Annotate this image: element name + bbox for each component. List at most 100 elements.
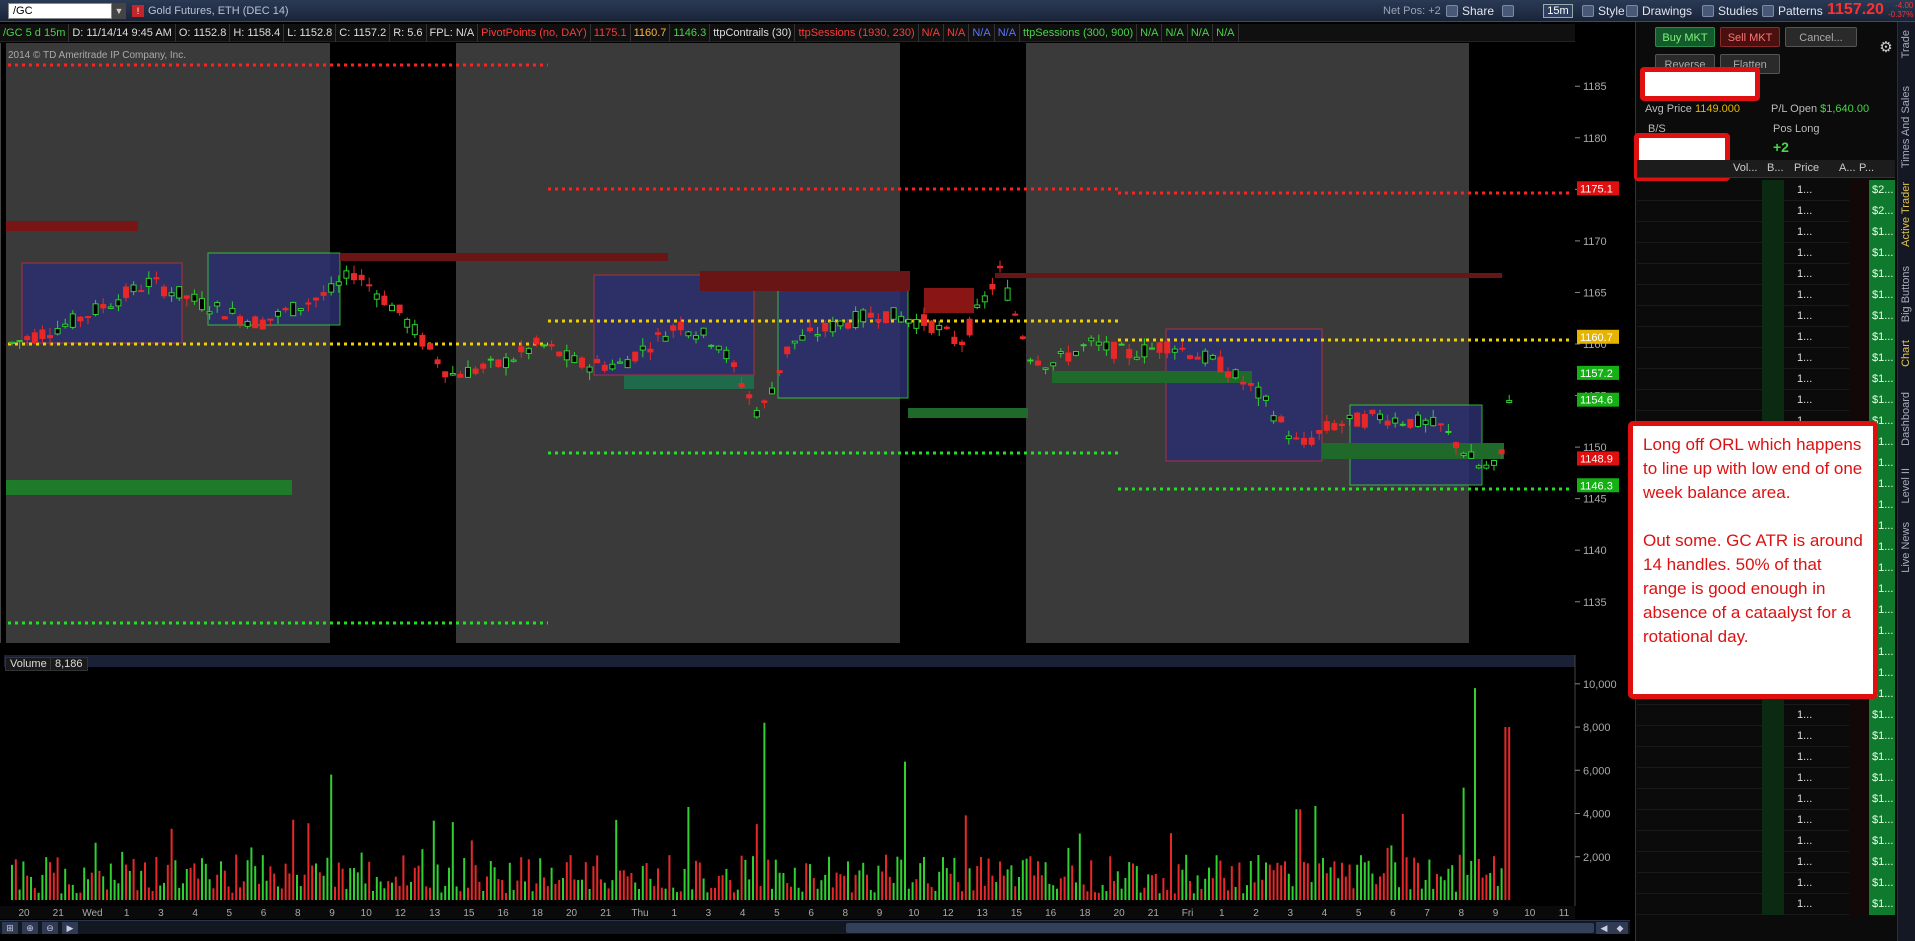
ladder-ask-cell[interactable] [1849, 705, 1869, 726]
ladder-ask-cell[interactable] [1849, 327, 1869, 348]
ladder-bid-cell[interactable] [1762, 327, 1784, 348]
ladder-bid-cell[interactable] [1762, 264, 1784, 285]
ladder-ask-cell[interactable] [1849, 348, 1869, 369]
ladder-bid-cell[interactable] [1762, 747, 1784, 768]
gear-icon[interactable]: ⚙ [1878, 40, 1894, 56]
right-tab-big-buttons[interactable]: Big Buttons [1900, 266, 1914, 322]
ladder-bid-cell[interactable] [1762, 810, 1784, 831]
ladder-bid-cell[interactable] [1762, 831, 1784, 852]
scroll-right-icon[interactable]: ▶ [62, 922, 78, 934]
ladder-ask-cell[interactable] [1849, 852, 1869, 873]
price-chart[interactable]: 1135114011451150115511601165117011751180… [0, 43, 1619, 646]
ladder-bid-cell[interactable] [1762, 726, 1784, 747]
zoom-out-icon[interactable]: ⊖ [42, 922, 58, 934]
ladder-row[interactable]: 1... $1... [1637, 285, 1895, 306]
timeframe-badge[interactable]: 15m [1543, 4, 1573, 18]
ladder-bid-cell[interactable] [1762, 285, 1784, 306]
ladder-bid-cell[interactable] [1762, 180, 1784, 201]
expand-icon[interactable]: ◆ [1612, 922, 1628, 934]
ladder-ask-cell[interactable] [1849, 747, 1869, 768]
ladder-ask-cell[interactable] [1849, 369, 1869, 390]
ladder-row[interactable]: 1... $1... [1637, 705, 1895, 726]
symbol-dropdown-icon[interactable]: ▼ [112, 3, 126, 19]
ladder-bid-cell[interactable] [1762, 852, 1784, 873]
ladder-ask-cell[interactable] [1849, 243, 1869, 264]
chart-symbol-label[interactable]: /GC 5 d 15m [0, 24, 70, 42]
ladder-row[interactable]: 1... $1... [1637, 327, 1895, 348]
ladder-row[interactable]: 1... $1... [1637, 873, 1895, 894]
ladder-ask-cell[interactable] [1849, 810, 1869, 831]
tools-button[interactable] [1500, 2, 1540, 20]
ladder-row[interactable]: 1... $2... [1637, 180, 1895, 201]
ladder-row[interactable]: 1... $1... [1637, 831, 1895, 852]
ladder-row[interactable]: 1... $1... [1637, 852, 1895, 873]
right-tab-active-trader[interactable]: Active Trader [1900, 182, 1914, 247]
volume-panel[interactable]: 10,000 8,000 6,000 4,000 2,000 Volume 8,186 [0, 655, 1617, 906]
ladder-row[interactable]: 1... $1... [1637, 222, 1895, 243]
ladder-row[interactable]: 1... $1... [1637, 747, 1895, 768]
ladder-row[interactable]: 1... $1... [1637, 264, 1895, 285]
right-tab-times-and-sales[interactable]: Times And Sales [1900, 86, 1914, 168]
ladder-row[interactable]: 1... $1... [1637, 306, 1895, 327]
right-tab-trade[interactable]: Trade [1900, 30, 1914, 58]
ladder-bid-cell[interactable] [1762, 306, 1784, 327]
cancel-orders-button[interactable]: Cancel... [1785, 27, 1857, 47]
right-tab-level-ii[interactable]: Level II [1900, 468, 1914, 503]
zoom-icon[interactable]: ⊞ [2, 922, 18, 934]
ladder-bid-cell[interactable] [1762, 348, 1784, 369]
ladder-row[interactable]: 1... $1... [1637, 789, 1895, 810]
ladder-ask-cell[interactable] [1849, 894, 1869, 915]
share-button[interactable]: Share [1444, 2, 1498, 20]
buy-market-button[interactable]: Buy MKT [1655, 27, 1715, 47]
ladder-row[interactable]: 1... $1... [1637, 348, 1895, 369]
patterns-button[interactable]: Patterns [1760, 2, 1827, 20]
ladder-row[interactable]: 1... $2... [1637, 201, 1895, 222]
right-tab-chart[interactable]: Chart [1900, 340, 1914, 367]
ladder-ask-cell[interactable] [1849, 831, 1869, 852]
ladder-bid-cell[interactable] [1762, 222, 1784, 243]
study-ttpsessions-2[interactable]: ttpSessions (300, 900) [1020, 24, 1138, 42]
ladder-ask-cell[interactable] [1849, 306, 1869, 327]
price-chart-canvas[interactable]: 1135114011451150115511601165117011751180… [0, 43, 1630, 646]
sell-market-button[interactable]: Sell MKT [1720, 27, 1780, 47]
ladder-row[interactable]: 1... $1... [1637, 894, 1895, 915]
ladder-ask-cell[interactable] [1849, 180, 1869, 201]
drawings-button[interactable]: Drawings [1624, 2, 1696, 20]
ladder-bid-cell[interactable] [1762, 873, 1784, 894]
ladder-row[interactable]: 1... $1... [1637, 810, 1895, 831]
ladder-row[interactable]: 1... $1... [1637, 243, 1895, 264]
ladder-row[interactable]: 1... $1... [1637, 726, 1895, 747]
ladder-bid-cell[interactable] [1762, 894, 1784, 915]
ladder-bid-cell[interactable] [1762, 243, 1784, 264]
studies-button[interactable]: Studies [1700, 2, 1762, 20]
ladder-bid-cell[interactable] [1762, 390, 1784, 411]
ladder-ask-cell[interactable] [1849, 873, 1869, 894]
right-tab-live-news[interactable]: Live News [1900, 522, 1914, 573]
chart-scrollbar[interactable]: ⊞ ⊕ ⊖ ▶ ◀ ◆ [0, 920, 1630, 934]
ladder-ask-cell[interactable] [1849, 789, 1869, 810]
symbol-input[interactable]: /GC [8, 3, 112, 19]
ladder-bid-cell[interactable] [1762, 369, 1784, 390]
scroll-thumb[interactable] [846, 923, 1594, 933]
study-pivotpoints[interactable]: PivotPoints (no, DAY) [478, 24, 591, 42]
volume-canvas[interactable]: 10,000 8,000 6,000 4,000 2,000 [0, 655, 1630, 906]
ladder-ask-cell[interactable] [1849, 201, 1869, 222]
study-ttpcontrails[interactable]: ttpContrails (30) [710, 24, 796, 42]
study-ttpsessions-1[interactable]: ttpSessions (1930, 230) [795, 24, 919, 42]
style-button[interactable]: Style [1580, 2, 1629, 20]
scroll-left-arrow-icon[interactable]: ◀ [1596, 922, 1612, 934]
ladder-row[interactable]: 1... $1... [1637, 768, 1895, 789]
ladder-ask-cell[interactable] [1849, 768, 1869, 789]
ladder-ask-cell[interactable] [1849, 264, 1869, 285]
right-tab-dashboard[interactable]: Dashboard [1900, 392, 1914, 446]
ladder-ask-cell[interactable] [1849, 222, 1869, 243]
ladder-row[interactable]: 1... $1... [1637, 390, 1895, 411]
ladder-bid-cell[interactable] [1762, 201, 1784, 222]
zoom-in-icon[interactable]: ⊕ [22, 922, 38, 934]
ladder-bid-cell[interactable] [1762, 705, 1784, 726]
ladder-ask-cell[interactable] [1849, 285, 1869, 306]
ladder-bid-cell[interactable] [1762, 789, 1784, 810]
ladder-row[interactable]: 1... $1... [1637, 369, 1895, 390]
ladder-bid-cell[interactable] [1762, 768, 1784, 789]
ladder-ask-cell[interactable] [1849, 726, 1869, 747]
